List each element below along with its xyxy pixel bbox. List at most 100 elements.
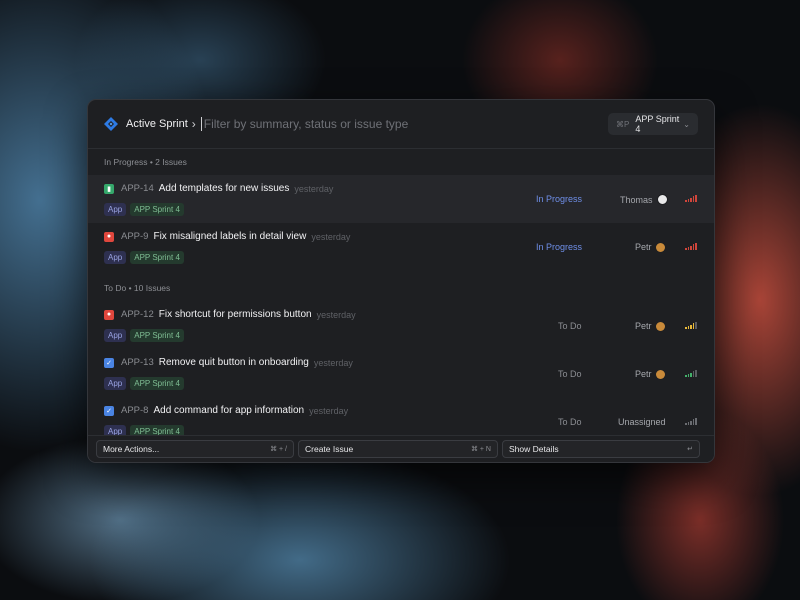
priority-bar <box>687 247 690 250</box>
issue-row[interactable]: ● APP-9 Fix misaligned labels in detail … <box>88 223 714 271</box>
issue-key: APP-9 <box>121 231 149 242</box>
issue-time: yesterday <box>294 183 334 194</box>
priority-bar <box>685 423 687 425</box>
command-panel: Active Sprint › ⌘P APP Sprint 4 ⌄ In Pro… <box>87 99 715 463</box>
sprint-tag: APP Sprint 4 <box>130 377 184 390</box>
text-cursor <box>200 117 202 131</box>
issue-time: yesterday <box>313 357 353 368</box>
assignee: Petr <box>635 242 665 252</box>
assignee-name: Petr <box>635 321 652 331</box>
project-tag: App <box>104 377 127 390</box>
issue-key: APP-14 <box>121 183 154 194</box>
sprint-tag: APP Sprint 4 <box>130 251 184 264</box>
breadcrumb-active-sprint[interactable]: Active Sprint <box>126 118 188 130</box>
priority-medium-icon <box>685 322 698 329</box>
project-tag: App <box>104 425 127 435</box>
assignee-name: Unassigned <box>618 417 666 427</box>
status-label: To Do <box>558 417 582 427</box>
issue-summary: Remove quit button in onboarding <box>158 357 309 368</box>
priority-bar <box>690 324 692 329</box>
search-input[interactable] <box>203 117 608 131</box>
sprint-dropdown[interactable]: ⌘P APP Sprint 4 ⌄ <box>608 113 698 135</box>
priority-bar <box>685 375 687 377</box>
issue-row[interactable]: ✓ APP-8 Add command for app information … <box>88 397 714 435</box>
priority-bar <box>695 195 697 202</box>
task-checkbox-icon: ✓ <box>104 357 114 368</box>
enter-key-icon: ↵ <box>687 446 693 453</box>
issue-row[interactable]: ● APP-12 Fix shortcut for permissions bu… <box>88 301 714 349</box>
priority-bar <box>685 200 687 202</box>
status-label: To Do <box>558 321 582 331</box>
more-actions-shortcut: ⌘ + / <box>270 446 287 453</box>
more-actions-button[interactable]: More Actions... ⌘ + / <box>96 440 294 458</box>
priority-bar <box>695 370 697 377</box>
task-checkbox-icon: ✓ <box>104 405 114 416</box>
assignee: Petr <box>635 369 665 379</box>
issue-time: yesterday <box>316 309 356 320</box>
project-tag: App <box>104 203 127 216</box>
priority-none-icon <box>685 418 698 425</box>
issue-time: yesterday <box>309 405 349 416</box>
priority-bar <box>690 245 692 250</box>
project-tag: App <box>104 251 127 264</box>
assignee: Unassigned <box>618 417 666 427</box>
avatar <box>655 242 665 252</box>
issue-key: APP-8 <box>121 405 149 416</box>
priority-bar <box>685 248 687 250</box>
sprint-shortcut-hint: ⌘P <box>616 119 630 129</box>
issue-list: In Progress • 2 Issues ▮ APP-14 Add temp… <box>88 149 714 435</box>
create-issue-button[interactable]: Create Issue ⌘ + N <box>298 440 498 458</box>
priority-bar <box>690 420 692 425</box>
priority-bar <box>695 418 697 425</box>
bug-icon: ● <box>104 309 114 320</box>
issue-row[interactable]: ▮ APP-14 Add templates for new issues ye… <box>88 175 714 223</box>
priority-bar <box>692 196 695 202</box>
sprint-tag: APP Sprint 4 <box>130 203 184 216</box>
avatar <box>656 194 668 205</box>
avatar <box>655 321 665 331</box>
status-label: In Progress <box>536 194 583 204</box>
priority-bar <box>687 374 690 377</box>
priority-bar <box>692 419 695 425</box>
issue-summary: Fix shortcut for permissions button <box>158 309 312 320</box>
show-details-button[interactable]: Show Details ↵ <box>502 440 700 458</box>
priority-bar <box>692 323 695 329</box>
issue-summary: Add templates for new issues <box>158 183 290 194</box>
issue-row[interactable]: ✓ APP-13 Remove quit button in onboardin… <box>88 349 714 397</box>
sprint-selected-value: APP Sprint 4 <box>635 114 680 134</box>
issue-key: APP-13 <box>121 357 154 368</box>
priority-bar <box>695 243 697 250</box>
priority-bar <box>687 326 690 329</box>
priority-bar <box>690 372 692 377</box>
create-issue-shortcut: ⌘ + N <box>470 446 491 453</box>
issue-summary: Fix misaligned labels in detail view <box>153 231 307 242</box>
issue-time: yesterday <box>311 231 351 242</box>
priority-bar <box>692 244 695 250</box>
action-bar: More Actions... ⌘ + / Create Issue ⌘ + N… <box>88 435 714 462</box>
more-actions-label: More Actions... <box>103 444 160 454</box>
assignee-name: Thomas <box>620 194 653 205</box>
section-title-to-do: To Do • 10 Issues <box>104 283 171 293</box>
issue-summary: Add command for app information <box>153 405 305 416</box>
chevron-down-icon: ⌄ <box>683 119 690 129</box>
avatar <box>655 369 665 379</box>
priority-bar <box>687 199 690 202</box>
assignee: Petr <box>635 321 665 331</box>
sprint-tag: APP Sprint 4 <box>130 425 184 435</box>
show-details-label: Show Details <box>509 444 559 454</box>
status-label: In Progress <box>536 242 583 252</box>
project-tag: App <box>104 329 127 342</box>
section-title-in-progress: In Progress • 2 Issues <box>104 157 187 167</box>
priority-bar <box>695 322 697 329</box>
assignee: Thomas <box>620 194 668 205</box>
priority-highest-icon <box>685 195 698 202</box>
sprint-tag: APP Sprint 4 <box>130 329 184 342</box>
priority-low-icon <box>685 370 698 377</box>
story-icon: ▮ <box>104 183 114 194</box>
chevron-right-icon: › <box>191 117 196 131</box>
panel-header: Active Sprint › ⌘P APP Sprint 4 ⌄ <box>88 100 714 149</box>
issue-key: APP-12 <box>121 309 154 320</box>
priority-bar <box>685 327 687 329</box>
create-issue-label: Create Issue <box>305 444 354 454</box>
assignee-name: Petr <box>635 369 652 379</box>
